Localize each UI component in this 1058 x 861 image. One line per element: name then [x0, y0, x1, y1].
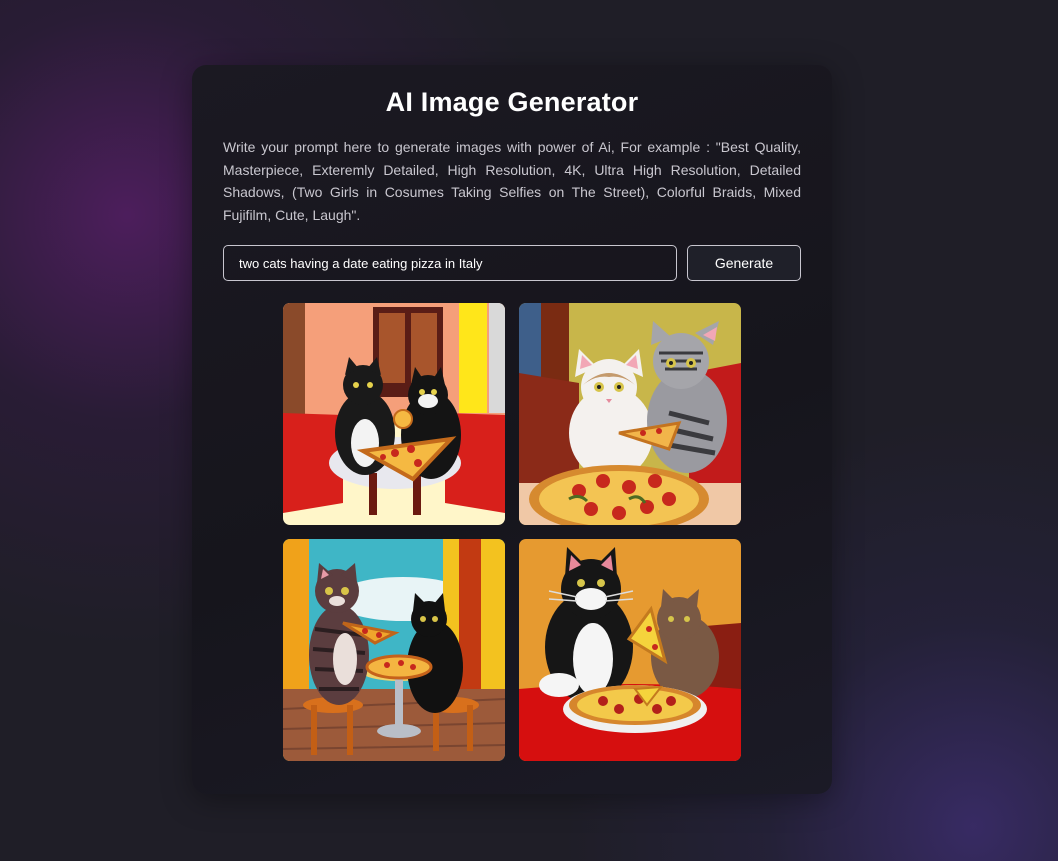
prompt-input[interactable] — [223, 245, 677, 281]
generated-image-3[interactable] — [283, 539, 505, 761]
cats-pizza-cafe-illustration — [283, 303, 505, 525]
cats-red-table-illustration — [519, 539, 741, 761]
generator-card: AI Image Generator Write your prompt her… — [192, 65, 832, 794]
generated-image-1[interactable] — [283, 303, 505, 525]
generated-image-4[interactable] — [519, 539, 741, 761]
cats-outdoor-table-illustration — [283, 539, 505, 761]
prompt-instructions: Write your prompt here to generate image… — [223, 139, 801, 223]
image-results-grid — [283, 303, 741, 761]
generated-image-2[interactable] — [519, 303, 741, 525]
generate-button[interactable]: Generate — [687, 245, 801, 281]
page-title: AI Image Generator — [385, 87, 639, 117]
cats-pepperoni-pizza-illustration — [519, 303, 741, 525]
